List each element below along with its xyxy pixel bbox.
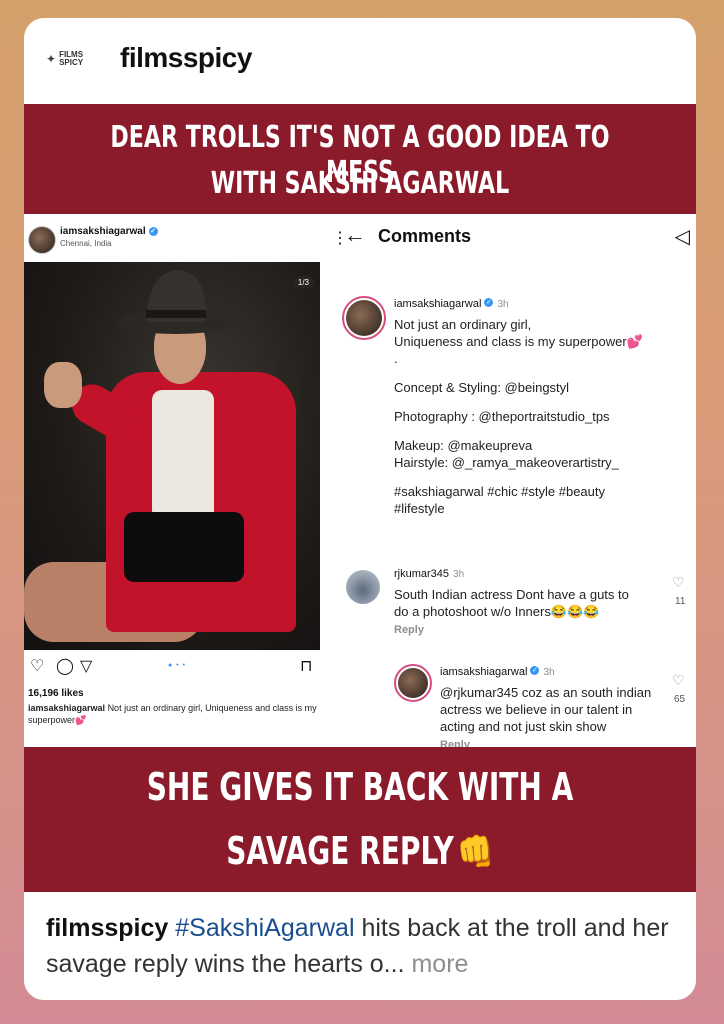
- reply-text-line3: acting and not just skin show: [440, 719, 607, 734]
- story-card: ✦ FILMS SPICY filmsspicy DEAR TROLLS IT'…: [24, 18, 696, 1000]
- troll-time: 3h: [453, 569, 465, 580]
- caption-comment-header: iamsakshiagarwal ✓ 3h: [394, 294, 684, 312]
- header: ✦ FILMS SPICY filmsspicy: [24, 18, 696, 104]
- troll-like-count: 11: [675, 596, 686, 607]
- post-photo[interactable]: 1/3: [24, 262, 320, 650]
- back-arrow-icon[interactable]: ←: [344, 222, 366, 248]
- verified-icon: ✓: [530, 666, 540, 676]
- heart-icon[interactable]: ♡: [672, 672, 685, 689]
- share-icon[interactable]: ▽: [80, 656, 92, 676]
- comment-icon[interactable]: ◯: [56, 656, 74, 676]
- verified-icon: ✓: [148, 226, 158, 236]
- caption-line: Uniqueness and class is my superpower💕: [394, 334, 643, 349]
- troll-text-line2: do a photoshoot w/o Inners😂😂😂: [394, 604, 600, 619]
- comments-panel: ⋮ ← Comments ◁ iamsakshiagarwal ✓ 3h Not j…: [320, 214, 696, 751]
- photo-skirt: [124, 512, 244, 582]
- troll-reply-button[interactable]: Reply: [394, 624, 654, 636]
- caption-line: Hairstyle: @_ramya_makeoverartistry_: [394, 455, 619, 470]
- caption-line: Concept & Styling: @beingstyl: [394, 380, 570, 395]
- post-username[interactable]: iamsakshiagarwal ✓: [60, 226, 158, 237]
- caption-line: Photography : @theportraitstudio_tps: [394, 409, 610, 424]
- comments-title: Comments: [378, 226, 472, 246]
- reply-like-count: 65: [674, 694, 686, 705]
- bottom-banner-line2-text: SAVAGE REPLY: [226, 829, 454, 873]
- post-caption-footer: filmsspicy #SakshiAgarwal hits back at t…: [24, 892, 696, 1000]
- troll-username[interactable]: rjkumar345: [394, 568, 449, 580]
- reply-username[interactable]: iamsakshiagarwal: [440, 666, 527, 678]
- top-banner-line2: WITH SAKSHI AGARWAL: [210, 166, 510, 201]
- instagram-post: iamsakshiagarwal ✓ Chennai, India 1/3 ♡ ◯…: [24, 214, 324, 747]
- post-avatar[interactable]: [28, 226, 56, 254]
- account-username[interactable]: filmsspicy: [120, 42, 252, 74]
- bottom-banner-line1: SHE GIVES IT BACK WITH A: [146, 765, 574, 809]
- fist-icon: 👊: [457, 832, 494, 873]
- troll-comment-header: rjkumar345 3h: [394, 564, 654, 582]
- photo-hand: [44, 362, 82, 408]
- caption-avatar[interactable]: [346, 300, 382, 336]
- caption-line: #lifestyle: [394, 501, 445, 516]
- troll-avatar[interactable]: [346, 570, 380, 604]
- logo-text-line2: SPICY: [59, 58, 84, 67]
- footer-text: filmsspicy #SakshiAgarwal hits back at t…: [46, 910, 686, 982]
- verified-icon: ✓: [484, 298, 494, 308]
- filmsspicy-logo[interactable]: ✦ FILMS SPICY: [46, 48, 98, 70]
- reply-avatar[interactable]: [398, 668, 428, 698]
- caption-comment: iamsakshiagarwal ✓ 3h Not just an ordinary…: [394, 294, 684, 517]
- footer-hashtag[interactable]: #SakshiAgarwal: [175, 914, 354, 942]
- logo-text: FILMS SPICY: [59, 51, 83, 67]
- send-icon[interactable]: ◁: [675, 224, 690, 249]
- reply-text-line1: @rjkumar345 coz as an south indian: [440, 685, 652, 700]
- reply-comment: iamsakshiagarwal ✓ 3h @rjkumar345 coz as a…: [440, 662, 670, 751]
- carousel-dots: ● • •: [168, 662, 187, 669]
- logo-spark-icon: ✦: [46, 52, 57, 66]
- comments-header: ⋮ ← Comments ◁: [320, 222, 696, 252]
- bottom-banner-line2: SAVAGE REPLY👊: [84, 829, 635, 873]
- caption-comment-user[interactable]: iamsakshiagarwal: [394, 298, 481, 310]
- bottom-banner: SHE GIVES IT BACK WITH A SAVAGE REPLY👊: [24, 747, 696, 892]
- caption-username[interactable]: iamsakshiagarwal: [28, 703, 105, 713]
- post-likes[interactable]: 16,196 likes: [28, 688, 84, 699]
- reply-time: 3h: [543, 667, 555, 678]
- troll-text-line1: South Indian actress Dont have a guts to: [394, 587, 629, 602]
- reply-text-line2: actress we believe in our talent in: [440, 702, 633, 717]
- post-username-text: iamsakshiagarwal: [60, 226, 146, 237]
- image-counter: 1/3: [292, 276, 314, 289]
- footer-username[interactable]: filmsspicy: [46, 914, 168, 942]
- bookmark-icon[interactable]: ⊓: [300, 656, 312, 676]
- heart-icon[interactable]: ♡: [30, 656, 44, 676]
- caption-line: #sakshiagarwal #chic #style #beauty: [394, 484, 606, 499]
- photo-shirt: [152, 390, 214, 520]
- post-header: iamsakshiagarwal ✓ Chennai, India: [24, 224, 324, 258]
- caption-line: Makeup: @makeupreva: [394, 438, 533, 453]
- troll-comment: rjkumar345 3h South Indian actress Dont h…: [394, 564, 654, 636]
- post-caption: iamsakshiagarwal Not just an ordinary gi…: [28, 702, 320, 726]
- heart-icon[interactable]: ♡: [672, 574, 685, 591]
- post-actions: ♡ ◯ ▽ ● • • ⊓: [30, 656, 320, 678]
- post-location[interactable]: Chennai, India: [60, 239, 112, 248]
- top-banner: DEAR TROLLS IT'S NOT A GOOD IDEA TO MESS…: [24, 104, 696, 214]
- reply-comment-header: iamsakshiagarwal ✓ 3h: [440, 662, 670, 680]
- caption-comment-time: 3h: [497, 299, 509, 310]
- photo-hat: [118, 270, 234, 334]
- more-link[interactable]: more: [405, 950, 468, 978]
- caption-line: .: [394, 351, 398, 366]
- caption-line: Not just an ordinary girl,: [394, 317, 532, 332]
